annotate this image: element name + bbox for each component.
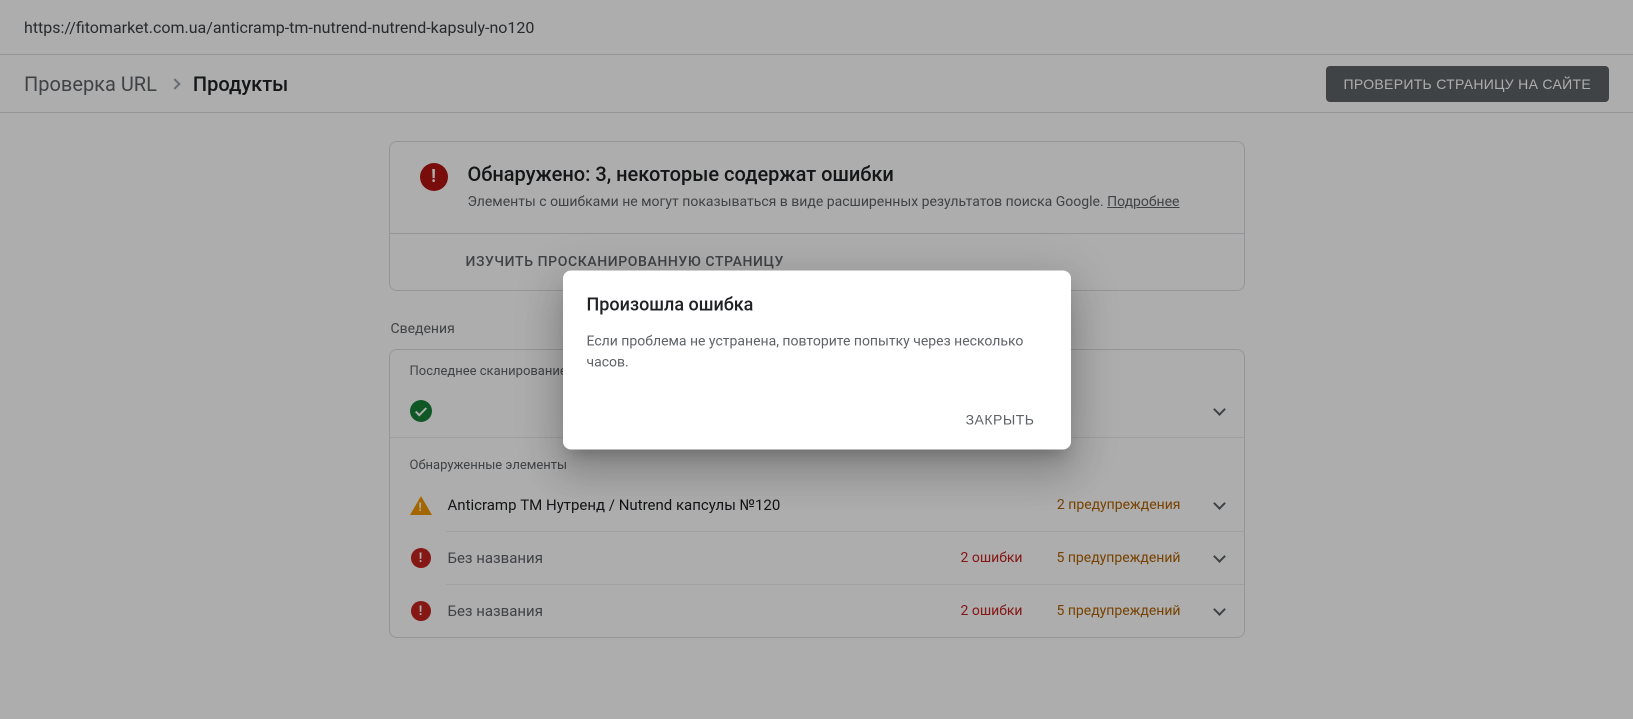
dialog-body: Если проблема не устранена, повторите по…	[587, 331, 1047, 373]
error-dialog: Произошла ошибка Если проблема не устран…	[563, 270, 1071, 449]
dialog-close-button[interactable]: ЗАКРЫТЬ	[954, 401, 1047, 437]
dialog-title: Произошла ошибка	[587, 294, 1047, 315]
